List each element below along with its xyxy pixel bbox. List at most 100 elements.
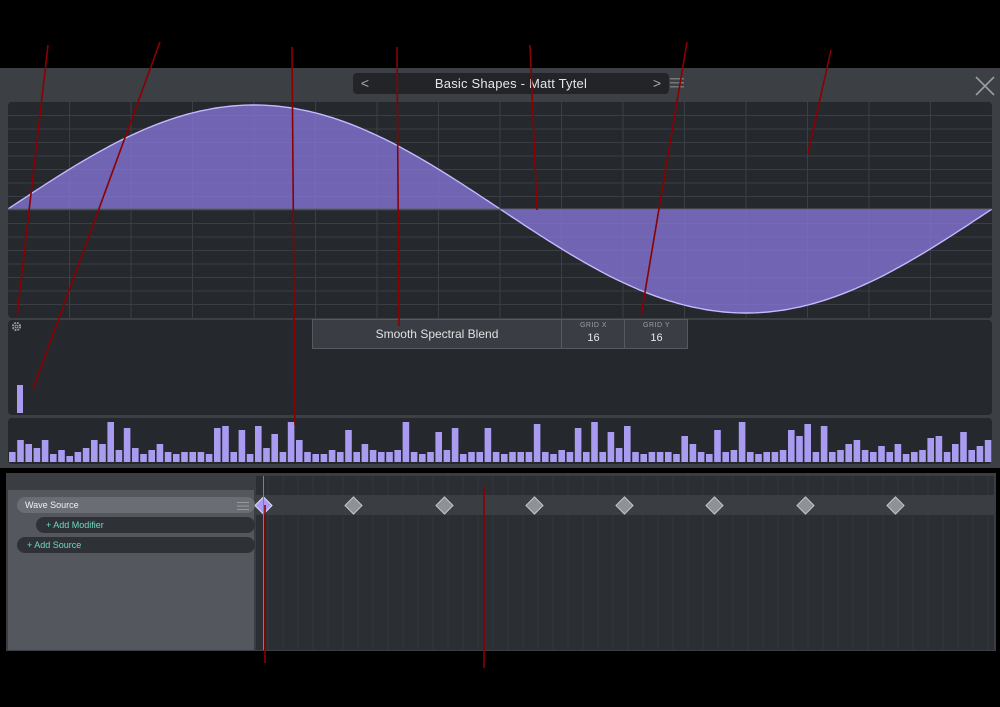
harmonic-bar[interactable] <box>197 452 205 462</box>
harmonic-bar[interactable] <box>747 452 754 462</box>
waveform-editor[interactable] <box>8 102 992 318</box>
harmonic-bar[interactable] <box>870 452 877 462</box>
playhead[interactable] <box>263 476 264 650</box>
harmonic-bar[interactable] <box>952 444 959 462</box>
harmonic-bar[interactable] <box>238 430 246 462</box>
harmonic-bar[interactable] <box>583 452 590 462</box>
harmonic-bar[interactable] <box>263 448 270 462</box>
harmonic-bar[interactable] <box>796 436 803 462</box>
harmonic-bar[interactable] <box>943 452 951 462</box>
add-modifier-button[interactable]: + Add Modifier <box>36 517 255 533</box>
harmonic-bar[interactable] <box>443 450 451 462</box>
harmonic-bar[interactable] <box>328 450 336 462</box>
harmonic-bar[interactable] <box>419 454 426 462</box>
harmonic-bar[interactable] <box>25 444 32 462</box>
harmonic-bar[interactable] <box>968 450 975 462</box>
gear-icon[interactable] <box>11 321 22 332</box>
harmonic-bar[interactable] <box>222 426 229 462</box>
harmonic-bar[interactable] <box>132 448 139 462</box>
harmonic-bar[interactable] <box>812 452 820 462</box>
harmonic-bar[interactable] <box>378 452 385 462</box>
harmonic-bar[interactable] <box>558 450 565 462</box>
harmonic-bar[interactable] <box>17 440 24 462</box>
harmonic-bar[interactable] <box>410 452 418 462</box>
harmonic-bar[interactable] <box>722 452 729 462</box>
harmonic-bar[interactable] <box>878 446 885 462</box>
harmonic-bar[interactable] <box>566 452 574 462</box>
harmonic-bar[interactable] <box>246 454 254 462</box>
harmonic-bar[interactable] <box>689 444 697 462</box>
harmonic-bar[interactable] <box>58 450 65 462</box>
harmonic-bar[interactable] <box>205 454 213 462</box>
harmonic-bar[interactable] <box>164 452 172 462</box>
harmonic-bar[interactable] <box>386 452 393 462</box>
harmonic-bar[interactable] <box>312 454 319 462</box>
harmonic-bar[interactable] <box>755 454 762 462</box>
harmonic-bar[interactable] <box>525 452 533 462</box>
harmonic-bar[interactable] <box>279 452 287 462</box>
harmonic-bar[interactable] <box>123 428 131 462</box>
harmonic-bar[interactable] <box>935 436 943 462</box>
harmonic-bar[interactable] <box>911 452 918 462</box>
blend-mode-selector[interactable]: Smooth Spectral Blend <box>313 320 561 348</box>
harmonic-bar[interactable] <box>599 452 606 462</box>
harmonic-bar[interactable] <box>804 424 811 462</box>
harmonic-bar[interactable] <box>181 452 188 462</box>
row-menu-icon[interactable] <box>237 502 249 510</box>
harmonic-bar[interactable] <box>886 452 893 462</box>
harmonic-bar[interactable] <box>304 452 311 462</box>
harmonic-bar[interactable] <box>320 454 328 462</box>
harmonic-bar[interactable] <box>394 450 401 462</box>
harmonic-bar[interactable] <box>845 444 852 462</box>
harmonic-bar[interactable] <box>607 432 615 462</box>
close-icon[interactable] <box>973 74 997 98</box>
harmonic-bar[interactable] <box>115 450 123 462</box>
harmonic-bar[interactable] <box>640 454 647 462</box>
harmonic-bar[interactable] <box>148 450 155 462</box>
harmonic-bars-editor[interactable] <box>8 418 992 464</box>
harmonic-bar[interactable] <box>476 452 483 462</box>
harmonic-bar[interactable] <box>99 444 106 462</box>
harmonic-bar[interactable] <box>501 454 508 462</box>
harmonic-bar[interactable] <box>451 428 459 462</box>
harmonic-bar[interactable] <box>271 434 278 462</box>
harmonic-bar[interactable] <box>533 424 541 462</box>
harmonic-bar[interactable] <box>230 452 237 462</box>
harmonic-bar[interactable] <box>632 452 639 462</box>
harmonic-bar[interactable] <box>287 422 295 462</box>
harmonic-bar[interactable] <box>460 454 467 462</box>
harmonic-bar[interactable] <box>574 428 582 462</box>
harmonic-bar[interactable] <box>140 454 147 462</box>
harmonic-bar[interactable] <box>697 452 705 462</box>
grid-x-control[interactable]: GRID X 16 <box>561 320 625 348</box>
harmonic-bar[interactable] <box>788 430 795 462</box>
harmonic-bar[interactable] <box>550 454 557 462</box>
harmonic-bar[interactable] <box>296 440 303 462</box>
harmonic-bar[interactable] <box>173 454 180 462</box>
harmonic-bar[interactable] <box>345 430 352 462</box>
add-source-button[interactable]: + Add Source <box>17 537 255 553</box>
harmonic-bar[interactable] <box>369 450 377 462</box>
harmonic-bar[interactable] <box>66 456 73 462</box>
harmonic-bar[interactable] <box>353 452 360 462</box>
menu-icon[interactable] <box>670 78 684 88</box>
harmonic-bar[interactable] <box>107 422 114 462</box>
harmonic-bar[interactable] <box>517 452 524 462</box>
harmonic-bar[interactable] <box>665 452 672 462</box>
harmonic-bar[interactable] <box>861 450 869 462</box>
harmonic-bar[interactable] <box>468 452 475 462</box>
harmonic-bar[interactable] <box>829 452 836 462</box>
harmonic-bar[interactable] <box>960 432 967 462</box>
harmonic-bar[interactable] <box>714 430 721 462</box>
harmonic-bars[interactable] <box>8 418 992 464</box>
harmonic-bar[interactable] <box>484 428 492 462</box>
harmonic-bar[interactable] <box>615 448 623 462</box>
grid-y-control[interactable]: GRID Y 16 <box>624 320 688 348</box>
harmonic-bar[interactable] <box>927 438 934 462</box>
preset-selector[interactable]: Basic Shapes - Matt Tytel <box>353 73 669 94</box>
harmonic-bar[interactable] <box>624 426 631 462</box>
harmonic-bar[interactable] <box>402 422 410 462</box>
wave-source-item[interactable]: Wave Source <box>17 497 255 513</box>
harmonic-bar[interactable] <box>189 452 196 462</box>
harmonic-bar[interactable] <box>82 448 90 462</box>
